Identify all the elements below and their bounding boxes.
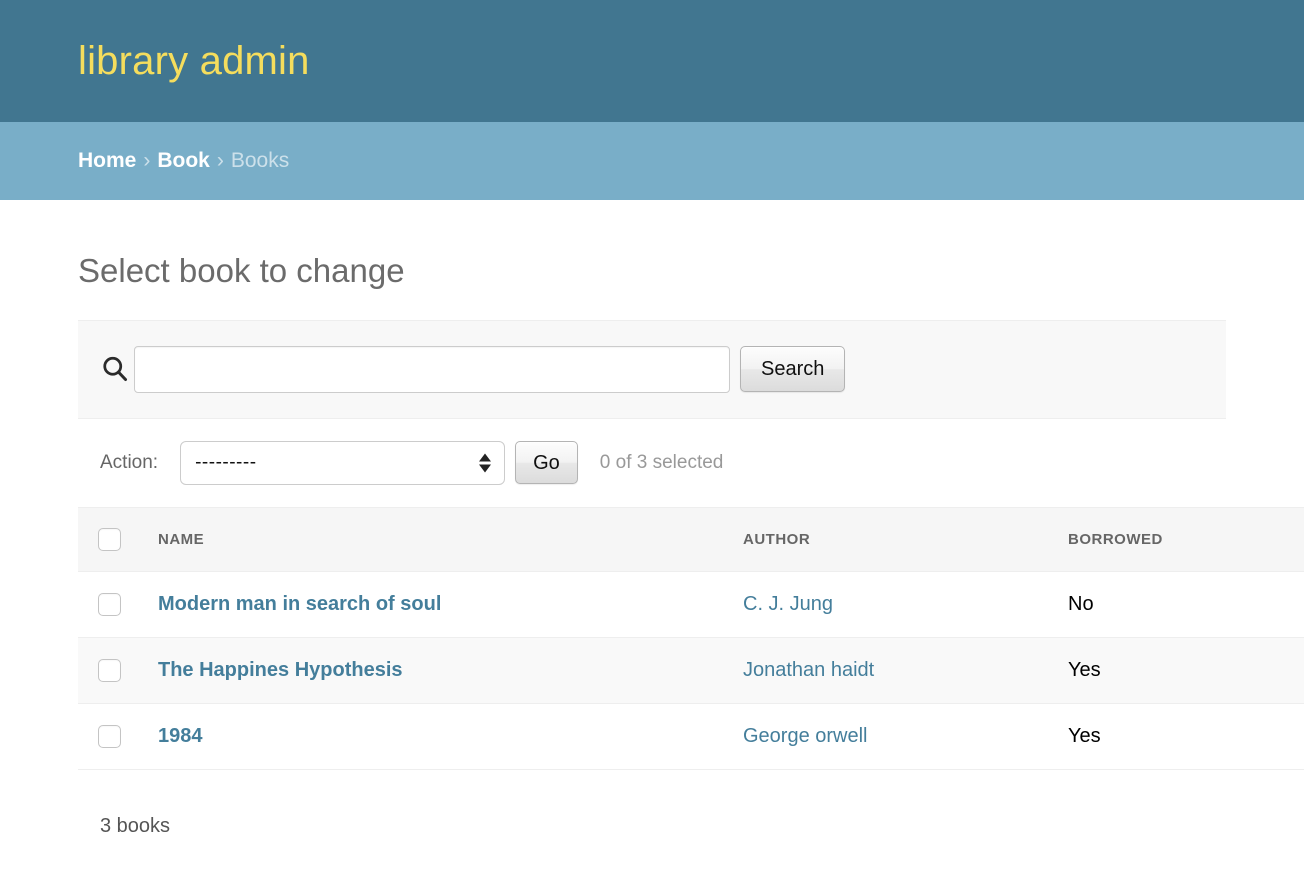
book-link[interactable]: The Happines Hypothesis [158, 659, 403, 681]
row-checkbox[interactable] [98, 593, 121, 616]
breadcrumb: Home › Book › Books [0, 122, 1304, 200]
author-link[interactable]: George orwell [743, 725, 868, 747]
row-select-cell [78, 571, 158, 637]
result-count: 3 books [78, 790, 1304, 838]
breadcrumb-item-book[interactable]: Book [157, 149, 210, 173]
breadcrumb-separator-1: › [143, 149, 150, 173]
cell-borrowed: Yes [1068, 703, 1304, 769]
author-link[interactable]: Jonathan haidt [743, 659, 874, 681]
go-button[interactable]: Go [515, 441, 578, 484]
results-table-body: Modern man in search of soul C. J. Jung … [78, 571, 1304, 769]
book-link[interactable]: Modern man in search of soul [158, 593, 441, 615]
cell-borrowed: No [1068, 571, 1304, 637]
row-select-cell [78, 637, 158, 703]
column-header-borrowed[interactable]: BORROWED [1068, 507, 1304, 571]
table-row: 1984 George orwell Yes [78, 703, 1304, 769]
table-row: The Happines Hypothesis Jonathan haidt Y… [78, 637, 1304, 703]
actions-toolbar: Action: --------- Go 0 of 3 selected [78, 419, 1226, 507]
select-all-checkbox[interactable] [98, 528, 121, 551]
action-label: Action: [100, 452, 158, 474]
cell-author: Jonathan haidt [743, 637, 1068, 703]
search-button[interactable]: Search [740, 346, 845, 392]
main-content: Select book to change Search Action: ---… [0, 200, 1304, 838]
results-table-head: NAME AUTHOR BORROWED [78, 507, 1304, 571]
cell-author: George orwell [743, 703, 1068, 769]
action-select[interactable]: --------- [180, 441, 505, 485]
author-link[interactable]: C. J. Jung [743, 593, 833, 615]
cell-name: Modern man in search of soul [158, 571, 743, 637]
column-header-select-all [78, 507, 158, 571]
table-header-row: NAME AUTHOR BORROWED [78, 507, 1304, 571]
selection-counter: 0 of 3 selected [600, 452, 724, 474]
action-select-wrapper: --------- [180, 441, 505, 485]
breadcrumb-separator-2: › [217, 149, 224, 173]
breadcrumb-item-home[interactable]: Home [78, 149, 136, 173]
column-header-name[interactable]: NAME [158, 507, 743, 571]
page-title: Select book to change [0, 200, 1304, 320]
row-checkbox[interactable] [98, 725, 121, 748]
row-select-cell [78, 703, 158, 769]
cell-author: C. J. Jung [743, 571, 1068, 637]
site-header: library admin [0, 0, 1304, 122]
row-checkbox[interactable] [98, 659, 121, 682]
cell-name: 1984 [158, 703, 743, 769]
results-table: NAME AUTHOR BORROWED Modern man in searc… [78, 507, 1304, 770]
search-icon [100, 354, 134, 384]
cell-name: The Happines Hypothesis [158, 637, 743, 703]
cell-borrowed: Yes [1068, 637, 1304, 703]
site-title[interactable]: library admin [78, 39, 310, 83]
book-link[interactable]: 1984 [158, 725, 203, 747]
search-input[interactable] [134, 346, 730, 393]
column-header-author[interactable]: AUTHOR [743, 507, 1068, 571]
breadcrumb-item-books-current: Books [231, 149, 289, 173]
table-row: Modern man in search of soul C. J. Jung … [78, 571, 1304, 637]
search-toolbar: Search [78, 320, 1226, 419]
